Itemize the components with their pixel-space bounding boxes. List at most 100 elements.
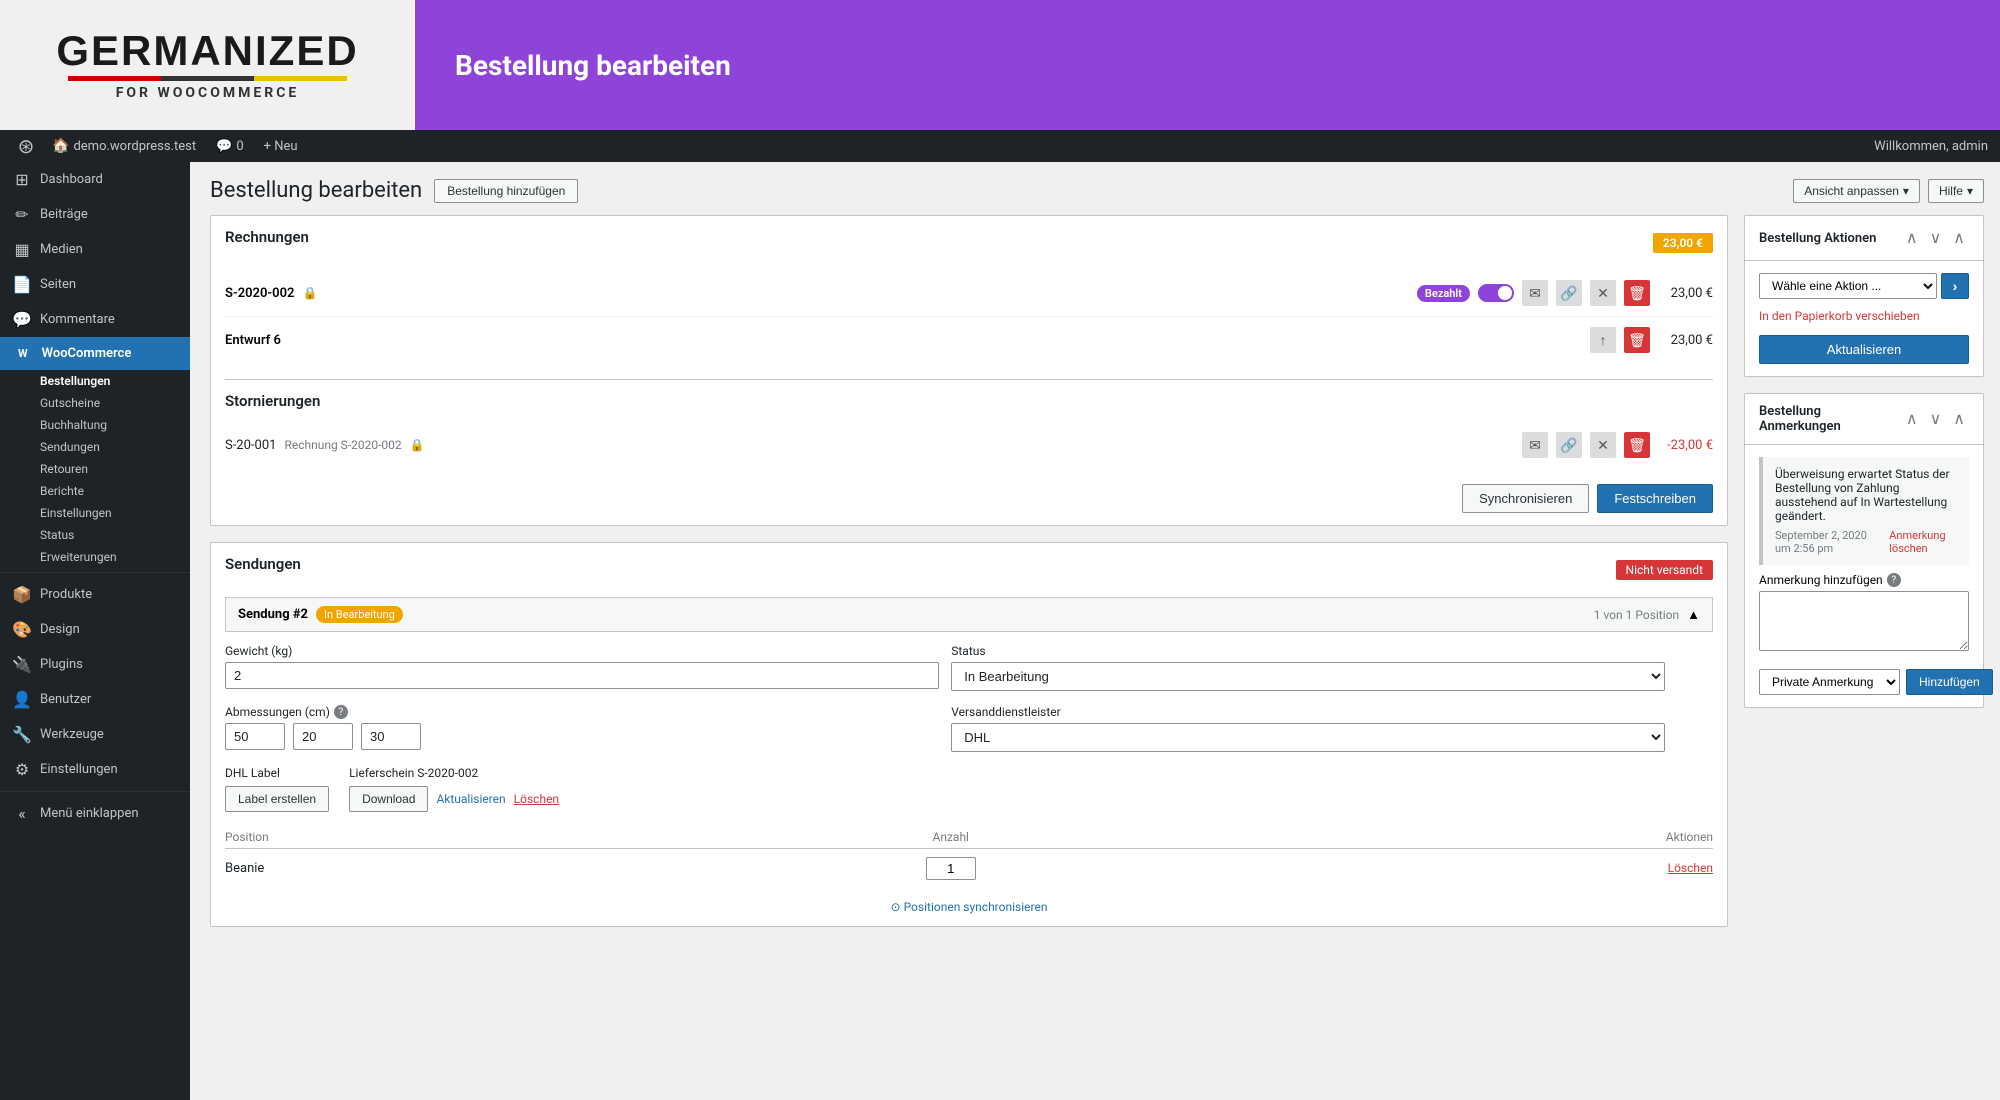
nicht-versandt-badge: Nicht versandt bbox=[1616, 560, 1713, 580]
storno-row-1: S-20-001 Rechnung S-2020-002 🔒 ✉ 🔗 ✕ 🗑 -… bbox=[225, 422, 1713, 468]
invoice1-edit-btn[interactable]: ✕ bbox=[1590, 280, 1616, 306]
add-note-label: Anmerkung hinzufügen bbox=[1759, 573, 1883, 587]
sidebar-item-erweiterungen[interactable]: Erweiterungen bbox=[0, 546, 190, 568]
entwurf-amount: 23,00 € bbox=[1658, 333, 1713, 348]
hilfe-button[interactable]: Hilfe ▾ bbox=[1928, 179, 1984, 203]
add-order-button[interactable]: Bestellung hinzufügen bbox=[434, 179, 578, 203]
aktionen-expand-btn[interactable]: ∨ bbox=[1926, 226, 1946, 250]
position-item-name: Beanie bbox=[225, 849, 687, 889]
sidebar-item-status[interactable]: Status bbox=[0, 524, 190, 546]
anmerkung-type-select[interactable]: Private Anmerkung bbox=[1759, 669, 1900, 695]
aktion-select[interactable]: Wähle eine Aktion ... bbox=[1759, 273, 1937, 299]
sync-button[interactable]: Synchronisieren bbox=[1462, 484, 1589, 513]
ansicht-button[interactable]: Ansicht anpassen ▾ bbox=[1793, 179, 1920, 203]
download-button[interactable]: Download bbox=[349, 786, 428, 812]
abmessungen-help-icon[interactable]: ? bbox=[334, 705, 348, 719]
hilfe-label: Hilfe bbox=[1939, 184, 1963, 198]
dim1-input[interactable] bbox=[225, 723, 285, 750]
anm-expand-btn[interactable]: ∨ bbox=[1926, 407, 1946, 431]
site-name[interactable]: 🏠 demo.wordpress.test bbox=[44, 138, 204, 154]
loeschen-link[interactable]: Löschen bbox=[514, 792, 559, 806]
storno1-delete-btn[interactable]: 🗑 bbox=[1624, 432, 1650, 458]
anm-close-btn[interactable]: ∧ bbox=[1949, 407, 1969, 431]
anmerkung-textarea[interactable] bbox=[1759, 591, 1969, 651]
note-box: Überweisung erwartet Status der Bestellu… bbox=[1759, 457, 1969, 565]
aktionen-collapse-btn[interactable]: ∧ bbox=[1902, 226, 1922, 250]
dim3-input[interactable] bbox=[361, 723, 421, 750]
sidebar-item-werkzeuge[interactable]: 🔧 Werkzeuge bbox=[0, 717, 190, 752]
position-qty-input[interactable] bbox=[926, 857, 976, 880]
expand-icon[interactable]: ▲ bbox=[1687, 607, 1700, 623]
sidebar-item-produkte[interactable]: 📦 Produkte bbox=[0, 577, 190, 612]
invoice1-status-badge: Bezahlt bbox=[1417, 285, 1470, 302]
sidebar-item-design[interactable]: 🎨 Design bbox=[0, 612, 190, 647]
content-area: Bestellung bearbeiten Bestellung hinzufü… bbox=[190, 162, 2000, 1100]
sidebar-item-beitraege[interactable]: ✏ Beiträge bbox=[0, 197, 190, 232]
invoice-row-1: S-2020-002 🔒 Bezahlt ✉ 🔗 ✕ 🗑 23,00 € bbox=[225, 270, 1713, 317]
sidebar-item-plugins[interactable]: 🔌 Plugins bbox=[0, 647, 190, 682]
sidebar-item-gutscheine[interactable]: Gutscheine bbox=[0, 392, 190, 414]
sidebar-item-dashboard[interactable]: ⊞ Dashboard bbox=[0, 162, 190, 197]
sidebar-item-buchhaltung[interactable]: Buchhaltung bbox=[0, 414, 190, 436]
invoice1-email-btn[interactable]: ✉ bbox=[1522, 280, 1548, 306]
sidebar-item-berichte[interactable]: Berichte bbox=[0, 480, 190, 502]
lock-icon-storno: 🔒 bbox=[410, 438, 425, 452]
invoice1-delete-btn[interactable]: 🗑 bbox=[1624, 280, 1650, 306]
entwurf-action1-btn[interactable]: ↑ bbox=[1590, 327, 1616, 353]
in-bearbeitung-badge: In Bearbeitung bbox=[316, 606, 403, 623]
sidebar-item-sendungen[interactable]: Sendungen bbox=[0, 436, 190, 458]
sidebar-item-bestellungen[interactable]: Bestellungen bbox=[0, 370, 190, 392]
status-select[interactable]: In Bearbeitung bbox=[951, 662, 1665, 691]
sidebar-label-kommentare: Kommentare bbox=[40, 312, 115, 327]
comment-number: 0 bbox=[236, 139, 243, 154]
sidebar-item-collapse[interactable]: « Menü einklappen bbox=[0, 796, 190, 831]
sidebar-label-woo: WooCommerce bbox=[42, 346, 132, 361]
anm-collapse-btn[interactable]: ∧ bbox=[1902, 407, 1922, 431]
note-help-icon[interactable]: ? bbox=[1887, 573, 1901, 587]
aktionen-close-btn[interactable]: ∧ bbox=[1949, 226, 1969, 250]
logo-area: GERMANIZED FOR WOOCOMMERCE bbox=[0, 0, 415, 130]
sidebar-item-kommentare[interactable]: 💬 Kommentare bbox=[0, 302, 190, 337]
comments-count[interactable]: 💬 0 bbox=[208, 139, 252, 154]
aktualisieren-link[interactable]: Aktualisieren bbox=[436, 792, 505, 806]
new-button[interactable]: + Neu bbox=[256, 139, 306, 154]
sidebar-item-einstellungen[interactable]: Einstellungen bbox=[0, 502, 190, 524]
label-erstellen-button[interactable]: Label erstellen bbox=[225, 786, 329, 812]
sidebar-item-medien[interactable]: ▦ Medien bbox=[0, 232, 190, 267]
invoice1-toggle[interactable] bbox=[1478, 284, 1514, 302]
aktion-go-btn[interactable]: › bbox=[1941, 273, 1969, 299]
status-label: Status bbox=[951, 644, 1665, 658]
welcome-text: Willkommen, admin bbox=[1874, 139, 1988, 154]
plugins-icon: 🔌 bbox=[12, 655, 32, 674]
rechnungen-title: Rechnungen bbox=[225, 228, 309, 246]
aktualisieren-button[interactable]: Aktualisieren bbox=[1759, 335, 1969, 364]
festschreiben-button[interactable]: Festschreiben bbox=[1597, 484, 1713, 513]
storno1-link-btn[interactable]: 🔗 bbox=[1556, 432, 1582, 458]
storno1-edit-btn[interactable]: ✕ bbox=[1590, 432, 1616, 458]
sidebar-item-seiten[interactable]: 📄 Seiten bbox=[0, 267, 190, 302]
sidebar-item-einstellungen-main[interactable]: ⚙ Einstellungen bbox=[0, 752, 190, 787]
sidebar-label-plugins: Plugins bbox=[40, 657, 83, 672]
note-delete-link[interactable]: Anmerkung löschen bbox=[1889, 529, 1957, 555]
wp-logo[interactable]: ⊛ bbox=[12, 132, 40, 160]
invoice1-link-btn[interactable]: 🔗 bbox=[1556, 280, 1582, 306]
col-position: Position bbox=[225, 826, 687, 849]
positionen-sync-link[interactable]: ⊙ Positionen synchronisieren bbox=[891, 900, 1048, 914]
sidebar-label-dashboard: Dashboard bbox=[40, 172, 103, 187]
sidebar-woocommerce[interactable]: W WooCommerce bbox=[0, 337, 190, 370]
beitraege-icon: ✏ bbox=[12, 205, 32, 224]
sidebar-item-benutzer[interactable]: 👤 Benutzer bbox=[0, 682, 190, 717]
weight-input[interactable] bbox=[225, 662, 939, 689]
banner-page-title: Bestellung bearbeiten bbox=[455, 49, 731, 82]
entwurf-delete-btn[interactable]: 🗑 bbox=[1624, 327, 1650, 353]
storno1-email-btn[interactable]: ✉ bbox=[1522, 432, 1548, 458]
weight-label: Gewicht (kg) bbox=[225, 644, 939, 658]
hinzufugen-button[interactable]: Hinzufügen bbox=[1906, 669, 1993, 695]
versand-select[interactable]: DHL bbox=[951, 723, 1665, 752]
dim2-input[interactable] bbox=[293, 723, 353, 750]
sidebar-item-retouren[interactable]: Retouren bbox=[0, 458, 190, 480]
note-text: Überweisung erwartet Status der Bestellu… bbox=[1775, 467, 1957, 523]
position-loeschen-link[interactable]: Löschen bbox=[1668, 861, 1713, 875]
admin-bar: ⊛ 🏠 demo.wordpress.test 💬 0 + Neu Willko… bbox=[0, 130, 2000, 162]
trash-link[interactable]: In den Papierkorb verschieben bbox=[1759, 309, 1920, 323]
